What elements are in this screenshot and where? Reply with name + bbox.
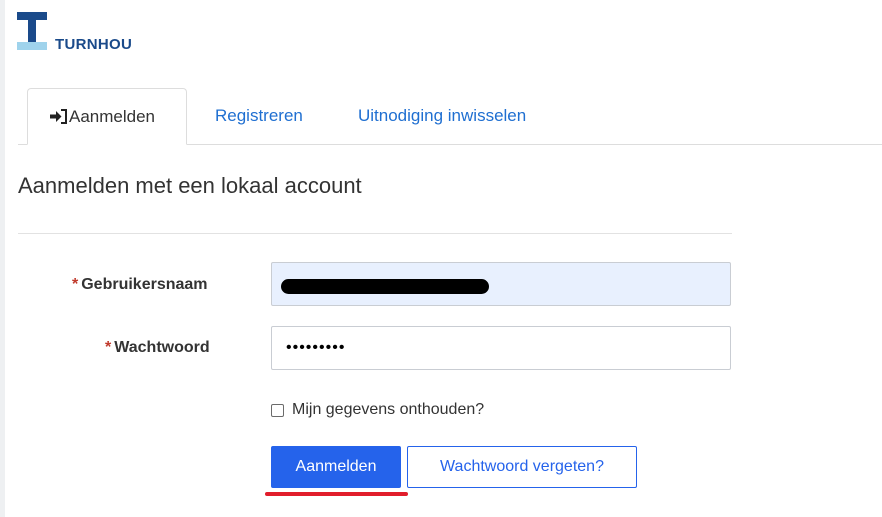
username-label: * Gebruikersnaam xyxy=(72,276,208,294)
login-tabs: Aanmelden Registreren Uitnodiging inwiss… xyxy=(18,88,882,145)
redaction-mark xyxy=(281,279,489,294)
username-label-text: Gebruikersnaam xyxy=(81,276,208,293)
forgot-password-button[interactable]: Wachtwoord vergeten? xyxy=(407,446,637,488)
remember-me-checkbox[interactable] xyxy=(271,403,284,417)
sign-in-icon xyxy=(50,91,68,147)
remember-me[interactable]: Mijn gegevens onthouden? xyxy=(271,401,484,419)
password-field[interactable] xyxy=(271,326,731,370)
tab-registreren[interactable]: Registreren xyxy=(215,88,303,144)
required-marker: * xyxy=(72,276,79,293)
highlight-underline xyxy=(265,492,408,496)
page-left-edge xyxy=(0,0,5,517)
tab-aanmelden-label: Aanmelden xyxy=(69,107,156,126)
logo-text: TURNHOU xyxy=(55,36,133,53)
login-button[interactable]: Aanmelden xyxy=(271,446,401,488)
page-title: Aanmelden met een lokaal account xyxy=(18,173,362,198)
tab-uitnodiging-inwisselen[interactable]: Uitnodiging inwisselen xyxy=(358,88,526,144)
turnhout-logo[interactable]: TURNHOU xyxy=(17,12,217,62)
required-marker: * xyxy=(105,339,112,356)
password-label-text: Wachtwoord xyxy=(114,339,210,356)
logo-mark-icon xyxy=(17,12,47,50)
tab-aanmelden[interactable]: Aanmelden xyxy=(27,88,187,145)
divider xyxy=(18,233,732,234)
remember-me-label: Mijn gegevens onthouden? xyxy=(292,401,485,418)
password-label: * Wachtwoord xyxy=(105,339,210,357)
